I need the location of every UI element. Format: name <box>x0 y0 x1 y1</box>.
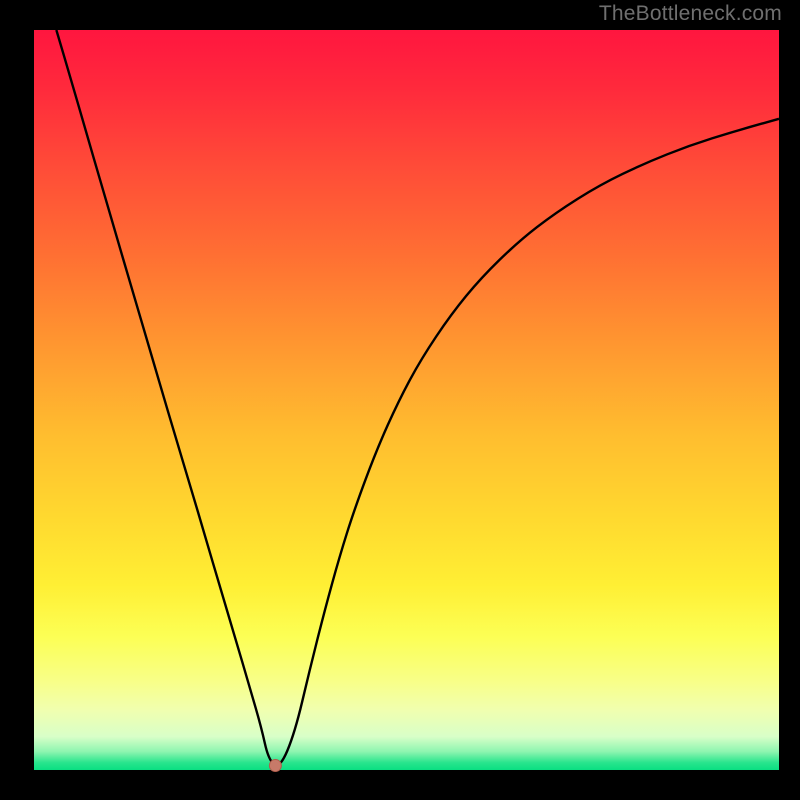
plot-background <box>34 30 779 770</box>
chart-frame: { "attribution": "TheBottleneck.com", "c… <box>0 0 800 800</box>
minimum-marker-dot <box>269 760 281 772</box>
attribution-label: TheBottleneck.com <box>599 2 782 26</box>
bottleneck-chart <box>0 0 800 800</box>
